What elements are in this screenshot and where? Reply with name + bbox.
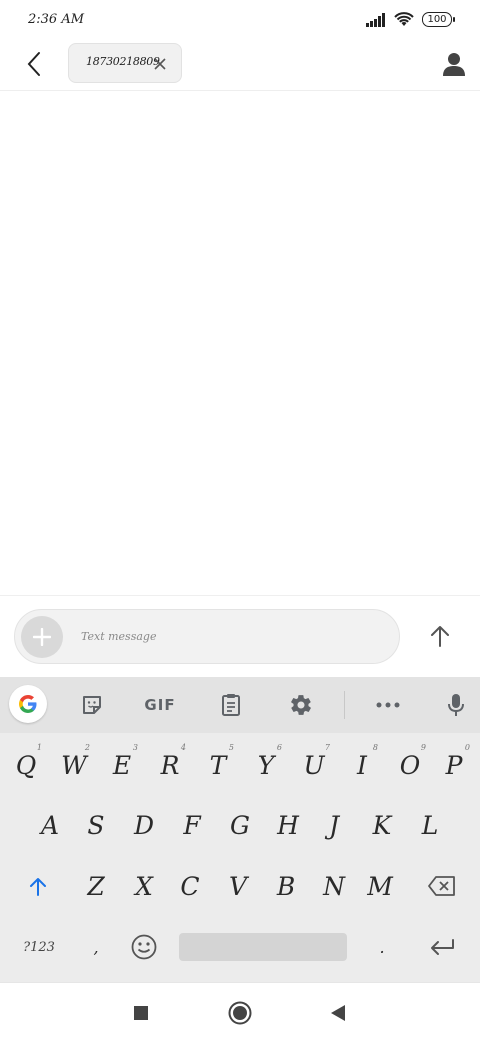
key-n[interactable]: N: [312, 860, 356, 912]
home-circle-icon: [228, 1001, 252, 1025]
key-b[interactable]: B: [264, 860, 308, 912]
send-button[interactable]: [420, 616, 460, 656]
period-key[interactable]: .: [364, 921, 400, 973]
symbols-key[interactable]: ?123: [14, 921, 64, 973]
recents-button[interactable]: [123, 995, 159, 1031]
key-o[interactable]: O9: [388, 739, 432, 791]
gif-button[interactable]: GIF: [140, 685, 180, 725]
backspace-key[interactable]: [418, 860, 466, 912]
divider: [0, 595, 480, 596]
key-h[interactable]: H: [266, 799, 310, 851]
clipboard-button[interactable]: [211, 685, 251, 725]
key-k[interactable]: K: [360, 799, 404, 851]
backspace-icon: [428, 876, 455, 896]
more-horizontal-icon: [376, 702, 400, 708]
key-y[interactable]: Y6: [244, 739, 288, 791]
key-m[interactable]: M: [358, 860, 402, 912]
key-u[interactable]: U7: [292, 739, 336, 791]
voice-input-button[interactable]: [436, 685, 476, 725]
shift-key[interactable]: [14, 860, 62, 912]
key-q[interactable]: Q1: [4, 739, 48, 791]
clipboard-icon: [222, 694, 240, 716]
space-bar[interactable]: [179, 933, 347, 961]
status-bar: 2:36 AM 100: [0, 0, 480, 40]
status-icons: 100: [366, 12, 455, 27]
gear-icon: [291, 695, 311, 715]
remove-recipient-button[interactable]: [151, 55, 169, 73]
key-p[interactable]: P0: [432, 739, 476, 791]
emoji-key[interactable]: [124, 921, 164, 973]
settings-button[interactable]: [281, 685, 321, 725]
back-arrow-icon: [27, 52, 40, 76]
square-icon: [134, 1006, 148, 1020]
recipient-number: 18730218809: [86, 55, 160, 68]
plus-icon: [33, 628, 51, 646]
toolbar-divider: [344, 691, 345, 719]
comma-key[interactable]: ,: [78, 921, 114, 973]
person-icon: [443, 53, 465, 76]
sticker-button[interactable]: [72, 685, 112, 725]
emoji-icon: [131, 934, 157, 960]
status-time: 2:36 AM: [28, 12, 85, 27]
key-z[interactable]: Z: [74, 860, 118, 912]
google-search-button[interactable]: [9, 685, 47, 723]
keyboard-toolbar: GIF: [0, 677, 480, 733]
key-v[interactable]: V: [216, 860, 260, 912]
signal-icon: [366, 12, 385, 27]
key-d[interactable]: D: [122, 799, 166, 851]
system-navigation-bar: [0, 982, 480, 1041]
contact-button[interactable]: [438, 48, 470, 80]
shift-arrow-icon: [30, 878, 46, 896]
back-nav-button[interactable]: [320, 995, 356, 1031]
enter-key[interactable]: [420, 921, 464, 973]
arrow-up-icon: [431, 626, 449, 647]
key-t[interactable]: T5: [196, 739, 240, 791]
key-j[interactable]: J: [312, 799, 356, 851]
key-i[interactable]: I8: [340, 739, 384, 791]
back-button[interactable]: [18, 48, 50, 80]
key-c[interactable]: C: [168, 860, 212, 912]
key-x[interactable]: X: [122, 860, 166, 912]
keyboard: GIF Q 1 W 2 E 3 R 4 T 5 Y 6 U 7 I 8 O 9 …: [0, 677, 480, 982]
key-l[interactable]: L: [408, 799, 452, 851]
wifi-icon: [394, 12, 414, 26]
compose-placeholder: Text message: [81, 630, 157, 643]
conversation-header: 18730218809: [0, 40, 480, 91]
compose-field[interactable]: Text message: [14, 609, 400, 664]
key-w[interactable]: W2: [52, 739, 96, 791]
recipient-chip[interactable]: 18730218809: [68, 43, 182, 83]
google-icon: [19, 695, 37, 713]
key-r[interactable]: R4: [148, 739, 192, 791]
enter-icon: [431, 939, 454, 955]
home-button[interactable]: [222, 995, 258, 1031]
microphone-icon: [448, 694, 464, 716]
close-icon: [154, 58, 166, 70]
battery-icon: 100: [422, 12, 455, 27]
key-f[interactable]: F: [170, 799, 214, 851]
key-e[interactable]: E3: [100, 739, 144, 791]
sticker-icon: [83, 696, 101, 714]
message-thread: [0, 91, 480, 594]
key-a[interactable]: A: [28, 799, 72, 851]
attach-button[interactable]: [21, 616, 63, 658]
triangle-back-icon: [331, 1005, 345, 1021]
more-options-button[interactable]: [368, 685, 408, 725]
key-s[interactable]: S: [74, 799, 118, 851]
key-g[interactable]: G: [218, 799, 262, 851]
gif-label: GIF: [144, 696, 176, 714]
